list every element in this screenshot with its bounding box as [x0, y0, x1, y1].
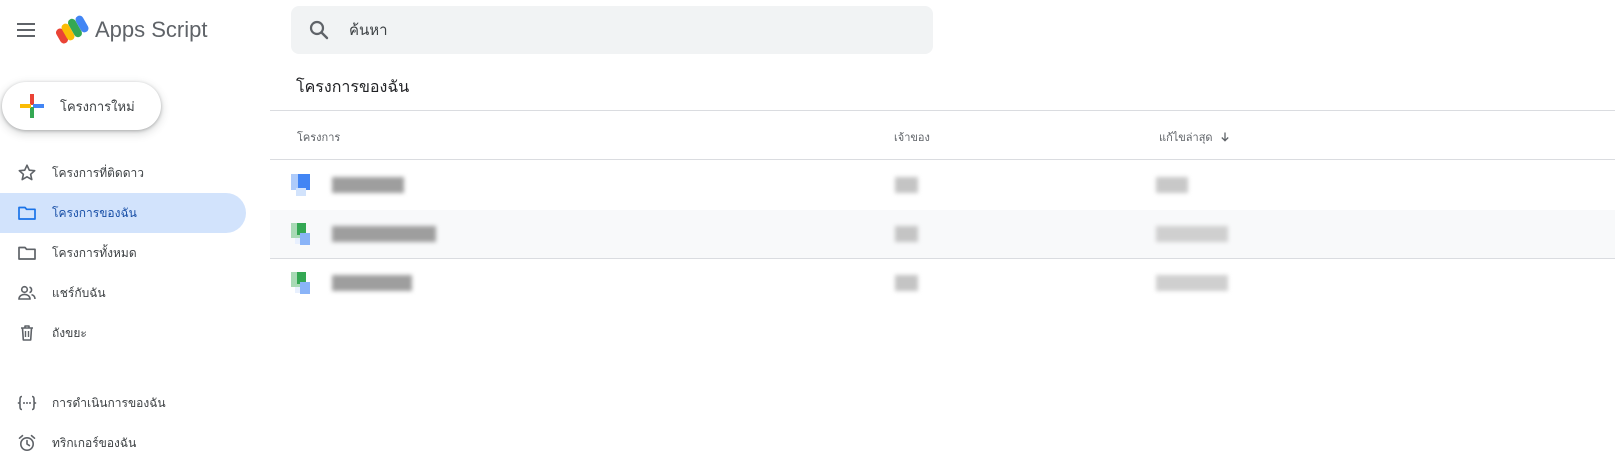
column-header-owner[interactable]: เจ้าของ: [894, 128, 930, 146]
star-icon: [18, 164, 36, 181]
colored-plus-icon: [20, 94, 44, 118]
project-name-redacted: [332, 275, 412, 291]
new-project-button[interactable]: โครงการใหม่: [2, 82, 161, 130]
sidebar-item-label: โครงการของฉัน: [52, 205, 137, 220]
owner-redacted: [895, 226, 918, 242]
project-name-redacted: [332, 226, 436, 242]
sidebar-item-label: โครงการที่ติดดาว: [52, 165, 144, 180]
sidebar-item-starred-projects[interactable]: โครงการที่ติดดาว: [0, 153, 246, 193]
modified-redacted: [1156, 177, 1188, 193]
column-header-project[interactable]: โครงการ: [297, 128, 340, 146]
column-header-label: แก้ไขล่าสุด: [1159, 131, 1213, 144]
page-title: โครงการของฉัน: [296, 77, 410, 96]
redacted-text: [332, 177, 404, 193]
nav-section-gap: [0, 353, 246, 383]
modified-redacted: [1156, 226, 1228, 242]
sidebar-item-label: ถังขยะ: [52, 325, 87, 340]
new-project-label: โครงการใหม่: [60, 99, 135, 115]
redacted-text: [332, 226, 436, 242]
folder-icon: [18, 206, 36, 220]
arrow-down-icon[interactable]: [1219, 131, 1231, 143]
search-bar[interactable]: [291, 6, 933, 54]
main-menu-icon[interactable]: [10, 14, 42, 46]
redacted-text: [332, 275, 412, 291]
owner-redacted: [895, 275, 918, 291]
sheets-bound-script-icon: [291, 223, 310, 245]
app-root: Apps Script โครงการใหม่ โครงการที่ติดดาว: [0, 0, 1615, 475]
sidebar-item-trash[interactable]: ถังขยะ: [0, 313, 246, 353]
app-title[interactable]: Apps Script: [95, 17, 208, 43]
trash-icon: [21, 325, 33, 341]
owner-redacted: [895, 177, 918, 193]
column-header-last-modified[interactable]: แก้ไขล่าสุด: [1159, 128, 1231, 146]
sheets-bound-script-icon: [291, 272, 310, 294]
people-icon: [18, 285, 36, 300]
folder-icon: [18, 246, 36, 260]
sidebar-nav: โครงการที่ติดดาว โครงการของฉัน โครงการทั…: [0, 153, 246, 463]
sidebar-item-my-executions[interactable]: การดำเนินการของฉัน: [0, 383, 246, 423]
alarm-clock-icon: [18, 434, 36, 451]
sidebar-item-label: การดำเนินการของฉัน: [52, 395, 166, 410]
redacted-text: [1156, 275, 1228, 291]
sidebar-item-label: โครงการทั้งหมด: [52, 245, 137, 260]
sidebar-item-shared-with-me[interactable]: แชร์กับฉัน: [0, 273, 246, 313]
standalone-script-icon: [291, 174, 310, 196]
sidebar-item-my-triggers[interactable]: ทริกเกอร์ของฉัน: [0, 423, 246, 463]
table-row[interactable]: [270, 161, 1615, 209]
sidebar-item-label: ทริกเกอร์ของฉัน: [52, 435, 137, 450]
column-header-label: เจ้าของ: [894, 131, 930, 144]
redacted-text: [895, 177, 918, 193]
redacted-text: [895, 275, 918, 291]
table-row[interactable]: [270, 259, 1615, 307]
sidebar-item-label: แชร์กับฉัน: [52, 285, 106, 300]
table-row[interactable]: [270, 210, 1615, 259]
redacted-text: [1156, 177, 1188, 193]
search-input[interactable]: [349, 12, 909, 48]
table-header: โครงการ เจ้าของ แก้ไขล่าสุด: [270, 111, 1615, 160]
sidebar-item-my-projects[interactable]: โครงการของฉัน: [0, 193, 246, 233]
search-icon[interactable]: [307, 18, 331, 42]
sidebar-item-all-projects[interactable]: โครงการทั้งหมด: [0, 233, 246, 273]
column-header-label: โครงการ: [297, 131, 341, 144]
modified-redacted: [1156, 275, 1228, 291]
project-name-redacted: [332, 177, 404, 193]
redacted-text: [1156, 226, 1228, 242]
redacted-text: [895, 226, 918, 242]
apps-script-logo-icon[interactable]: [56, 14, 90, 44]
executions-icon: [17, 395, 37, 411]
